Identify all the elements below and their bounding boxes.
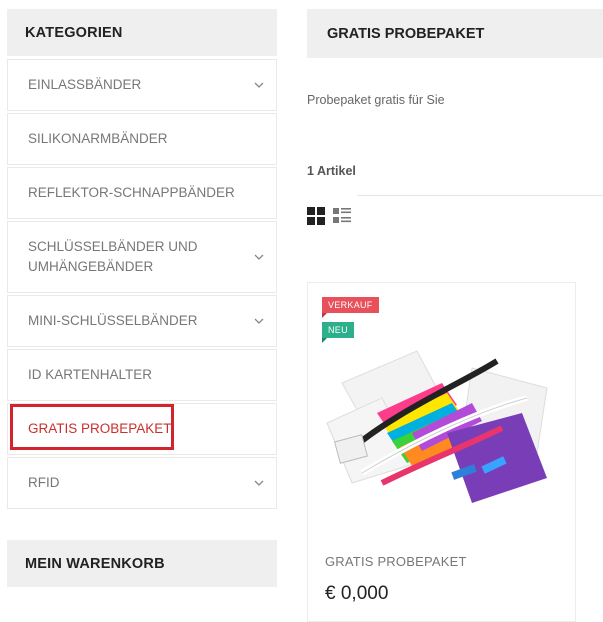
chevron-down-icon[interactable] (252, 250, 266, 264)
sale-badge: VERKAUF (322, 297, 379, 318)
category-label: EINLASSBÄNDER (28, 77, 142, 92)
category-rfid[interactable]: RFID (7, 457, 277, 509)
category-label: SCHLÜSSELBÄNDER UND UMHÄNGEBÄNDER (28, 239, 198, 274)
cart-block: MEIN WARENKORB (7, 540, 277, 587)
category-id-kartenhalter[interactable]: ID KARTENHALTER (7, 349, 277, 401)
product-image[interactable] (322, 343, 562, 513)
categories-title: KATEGORIEN (7, 9, 277, 56)
new-badge: NEU (322, 322, 354, 343)
category-label: REFLEKTOR-SCHNAPPBÄNDER (28, 185, 235, 200)
chevron-down-icon[interactable] (252, 476, 266, 490)
list-view-icon[interactable] (333, 207, 351, 225)
category-label: MINI-SCHLÜSSELBÄNDER (28, 313, 198, 328)
divider (357, 195, 603, 196)
chevron-down-icon[interactable] (252, 314, 266, 328)
product-count: 1 Artikel (307, 164, 356, 178)
category-schluesselbaender[interactable]: SCHLÜSSELBÄNDER UND UMHÄNGEBÄNDER (7, 221, 277, 293)
product-price: € 0,000 (325, 583, 389, 604)
product-card[interactable]: VERKAUF NEU GRATIS PROBEPAKET € 0,000 (307, 282, 576, 622)
category-label: SILIKONARMBÄNDER (28, 131, 168, 146)
cart-title: MEIN WARENKORB (7, 540, 277, 587)
page-title: GRATIS PROBEPAKET (307, 9, 603, 58)
category-mini-schluesselbaender[interactable]: MINI-SCHLÜSSELBÄNDER (7, 295, 277, 347)
highlight-annotation (10, 404, 174, 450)
product-name[interactable]: GRATIS PROBEPAKET (325, 554, 467, 569)
category-silikonarmbaender[interactable]: SILIKONARMBÄNDER (7, 113, 277, 165)
category-description: Probepaket gratis für Sie (307, 93, 445, 107)
category-label: ID KARTENHALTER (28, 367, 153, 382)
category-label: RFID (28, 475, 60, 490)
grid-view-icon[interactable] (307, 207, 325, 225)
category-einlassbaender[interactable]: EINLASSBÄNDER (7, 59, 277, 111)
category-reflektor-schnappbaender[interactable]: REFLEKTOR-SCHNAPPBÄNDER (7, 167, 277, 219)
chevron-down-icon[interactable] (252, 78, 266, 92)
main-content: GRATIS PROBEPAKET Probepaket gratis für … (307, 9, 603, 622)
